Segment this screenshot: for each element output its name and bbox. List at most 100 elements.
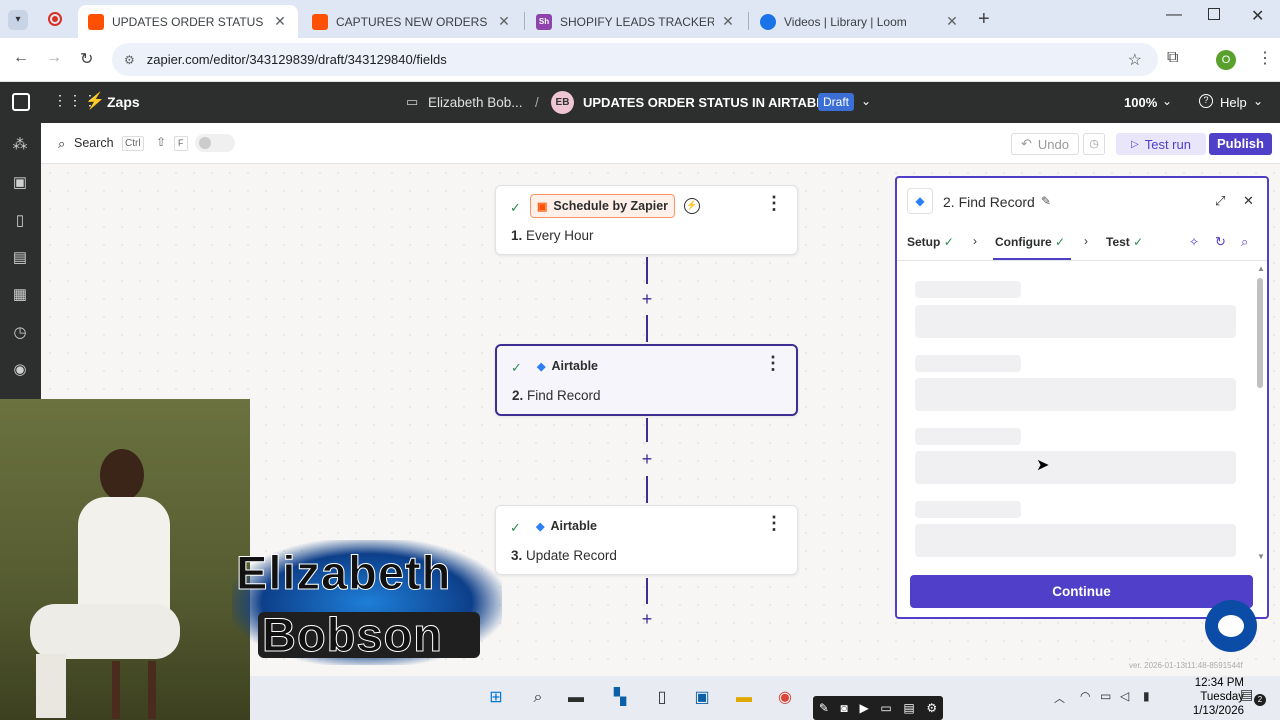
home-icon[interactable]: [12, 93, 30, 111]
ai-sparkle-icon[interactable]: ✧: [1189, 235, 1199, 249]
new-tab-icon[interactable]: +: [978, 8, 990, 31]
help-chevron-icon[interactable]: ⌄: [1253, 94, 1263, 108]
history-icon[interactable]: ◷: [10, 323, 30, 343]
scroll-down-icon[interactable]: ▼: [1257, 552, 1265, 561]
camera-icon[interactable]: ◙: [841, 701, 848, 715]
copy-icon[interactable]: ▤: [903, 701, 914, 715]
app-name: Schedule by Zapier: [553, 199, 669, 213]
network-icon[interactable]: ◠: [1080, 689, 1090, 703]
chevron-right-icon: ›: [1084, 234, 1088, 248]
start-windows-icon[interactable]: ⊞: [484, 686, 508, 710]
chat-support-button[interactable]: [1205, 600, 1257, 652]
battery-icon[interactable]: ▭: [1100, 689, 1111, 703]
step-menu-icon[interactable]: ⋮: [764, 354, 782, 372]
taskbar-search-icon[interactable]: ⌕: [526, 686, 550, 710]
panel-scrollbar[interactable]: ▲ ▼: [1255, 264, 1265, 562]
store-icon[interactable]: ▣: [690, 686, 714, 710]
recording-toolbar[interactable]: ✎ ◙ ▶ ▭ ▤ ⚙: [813, 696, 943, 720]
zaps-link[interactable]: Zaps: [107, 94, 140, 110]
continue-button[interactable]: Continue: [910, 575, 1253, 608]
widgets-icon[interactable]: ▚: [608, 686, 632, 710]
close-window-icon[interactable]: ✕: [1251, 6, 1264, 26]
step-menu-icon[interactable]: ⋮: [765, 194, 783, 212]
connector-line: [646, 315, 648, 342]
close-tab-icon[interactable]: ✕: [720, 13, 736, 30]
tab-setup[interactable]: Setup ✓: [907, 235, 954, 249]
add-step-plus-icon[interactable]: +: [638, 610, 656, 628]
browser-menu-icon[interactable]: ⋮: [1257, 48, 1273, 68]
clock-date[interactable]: 1/13/2026: [1174, 705, 1244, 717]
tab-test[interactable]: Test ✓: [1106, 235, 1143, 249]
browser-tab-1[interactable]: UPDATES ORDER STATUS IN AIRTABLE ✕: [78, 5, 298, 38]
url-bar[interactable]: ⚙ zapier.com/editor/343129839/draft/3431…: [112, 43, 1158, 76]
restore-icon[interactable]: [1208, 8, 1220, 20]
toggle-switch[interactable]: [195, 134, 235, 152]
video-icon[interactable]: ▶: [859, 701, 868, 715]
folder-name[interactable]: Elizabeth Bob...: [428, 95, 523, 110]
chrome-icon[interactable]: ◉: [773, 686, 797, 710]
zoom-level[interactable]: 100%: [1124, 95, 1157, 110]
calendar-icon[interactable]: ▦: [10, 285, 30, 305]
settings-gear-icon[interactable]: ⚙: [926, 701, 937, 715]
zoom-chevron-icon[interactable]: ⌄: [1162, 94, 1172, 108]
help-icon[interactable]: ?: [1199, 94, 1213, 108]
step-card-1[interactable]: ✓ ▣ Schedule by Zapier ⚡ 1. Every Hour ⋮: [495, 185, 798, 255]
microphone-icon[interactable]: ▮: [1143, 689, 1150, 703]
help-link[interactable]: Help: [1220, 95, 1247, 110]
scrollbar-thumb[interactable]: [1257, 278, 1263, 388]
file-icon[interactable]: ▯: [650, 686, 674, 710]
redo-history-icon[interactable]: ◷: [1083, 133, 1105, 155]
canvas-grid-icon[interactable]: ⁂: [10, 135, 30, 155]
tab-search-chevron-icon[interactable]: ▾: [8, 10, 28, 30]
hidden-icons-chevron-icon[interactable]: ︿: [1054, 690, 1065, 706]
close-tab-icon[interactable]: ✕: [496, 13, 512, 30]
zaps-bolt-icon: ⚡: [85, 93, 105, 110]
search-button[interactable]: Search: [74, 136, 114, 150]
activity-icon[interactable]: ◉: [10, 360, 30, 380]
test-run-button[interactable]: ▷ Test run: [1116, 133, 1206, 155]
step-card-2[interactable]: ✓ ◆ Airtable 2. Find Record ⋮: [495, 344, 798, 416]
window-icon[interactable]: ▭: [880, 701, 891, 715]
search-icon[interactable]: ⌕: [58, 136, 65, 152]
reload-icon[interactable]: ↻: [80, 49, 93, 69]
refresh-icon[interactable]: ↻: [1215, 234, 1226, 250]
clock-time[interactable]: 12:34 PM: [1174, 677, 1244, 689]
step-menu-icon[interactable]: ⋮: [765, 514, 783, 532]
close-panel-icon[interactable]: ✕: [1243, 193, 1254, 209]
browser-tab-4[interactable]: Videos | Library | Loom ✕: [750, 5, 970, 38]
zap-menu-chevron-icon[interactable]: ⌄: [861, 94, 871, 108]
site-info-icon[interactable]: ⚙: [124, 53, 135, 67]
step-card-3[interactable]: ✓ ◆ Airtable 3. Update Record ⋮: [495, 505, 798, 575]
volume-icon[interactable]: ◁: [1120, 689, 1129, 703]
bookmark-star-icon[interactable]: ☆: [1128, 50, 1142, 70]
task-view-icon[interactable]: ▬: [564, 686, 588, 710]
presenter-legs: [30, 604, 180, 659]
forward-icon[interactable]: →: [46, 49, 62, 67]
edit-pencil-icon[interactable]: ✎: [1041, 194, 1051, 208]
file-explorer-icon[interactable]: ▬: [732, 686, 756, 710]
back-icon[interactable]: ←: [13, 49, 29, 67]
profile-avatar[interactable]: O: [1216, 50, 1236, 70]
clock-day[interactable]: Tuesday: [1174, 691, 1244, 703]
search-icon[interactable]: ⌕: [1241, 234, 1248, 250]
notifications-icon[interactable]: ▤: [1240, 686, 1253, 703]
recording-icon[interactable]: [48, 12, 62, 26]
extensions-icon[interactable]: ⧉: [1167, 49, 1178, 67]
browser-tab-2[interactable]: CAPTURES NEW ORDERS IN AIRTABLE ✕: [302, 5, 522, 38]
close-tab-icon[interactable]: ✕: [272, 13, 288, 30]
tab-configure[interactable]: Configure ✓: [995, 235, 1065, 249]
close-tab-icon[interactable]: ✕: [944, 13, 960, 30]
minimize-icon[interactable]: —: [1166, 6, 1182, 24]
document-icon[interactable]: ▯: [10, 211, 30, 231]
browser-tab-3[interactable]: Sh SHOPIFY LEADS TRACKER BY ELIZABETH ✕: [526, 5, 746, 38]
comments-icon[interactable]: ▤: [10, 248, 30, 268]
scroll-up-icon[interactable]: ▲: [1257, 264, 1265, 273]
add-step-plus-icon[interactable]: +: [638, 450, 656, 468]
publish-button[interactable]: Publish: [1209, 133, 1272, 155]
pen-icon[interactable]: ✎: [819, 701, 829, 715]
add-step-plus-icon[interactable]: +: [638, 290, 656, 308]
undo-button[interactable]: ↶ Undo: [1011, 133, 1079, 155]
folder-upload-icon[interactable]: ▣: [10, 173, 30, 193]
expand-icon[interactable]: ⤢: [1215, 193, 1225, 209]
zap-name[interactable]: UPDATES ORDER STATUS IN AIRTABLE: [583, 95, 833, 110]
